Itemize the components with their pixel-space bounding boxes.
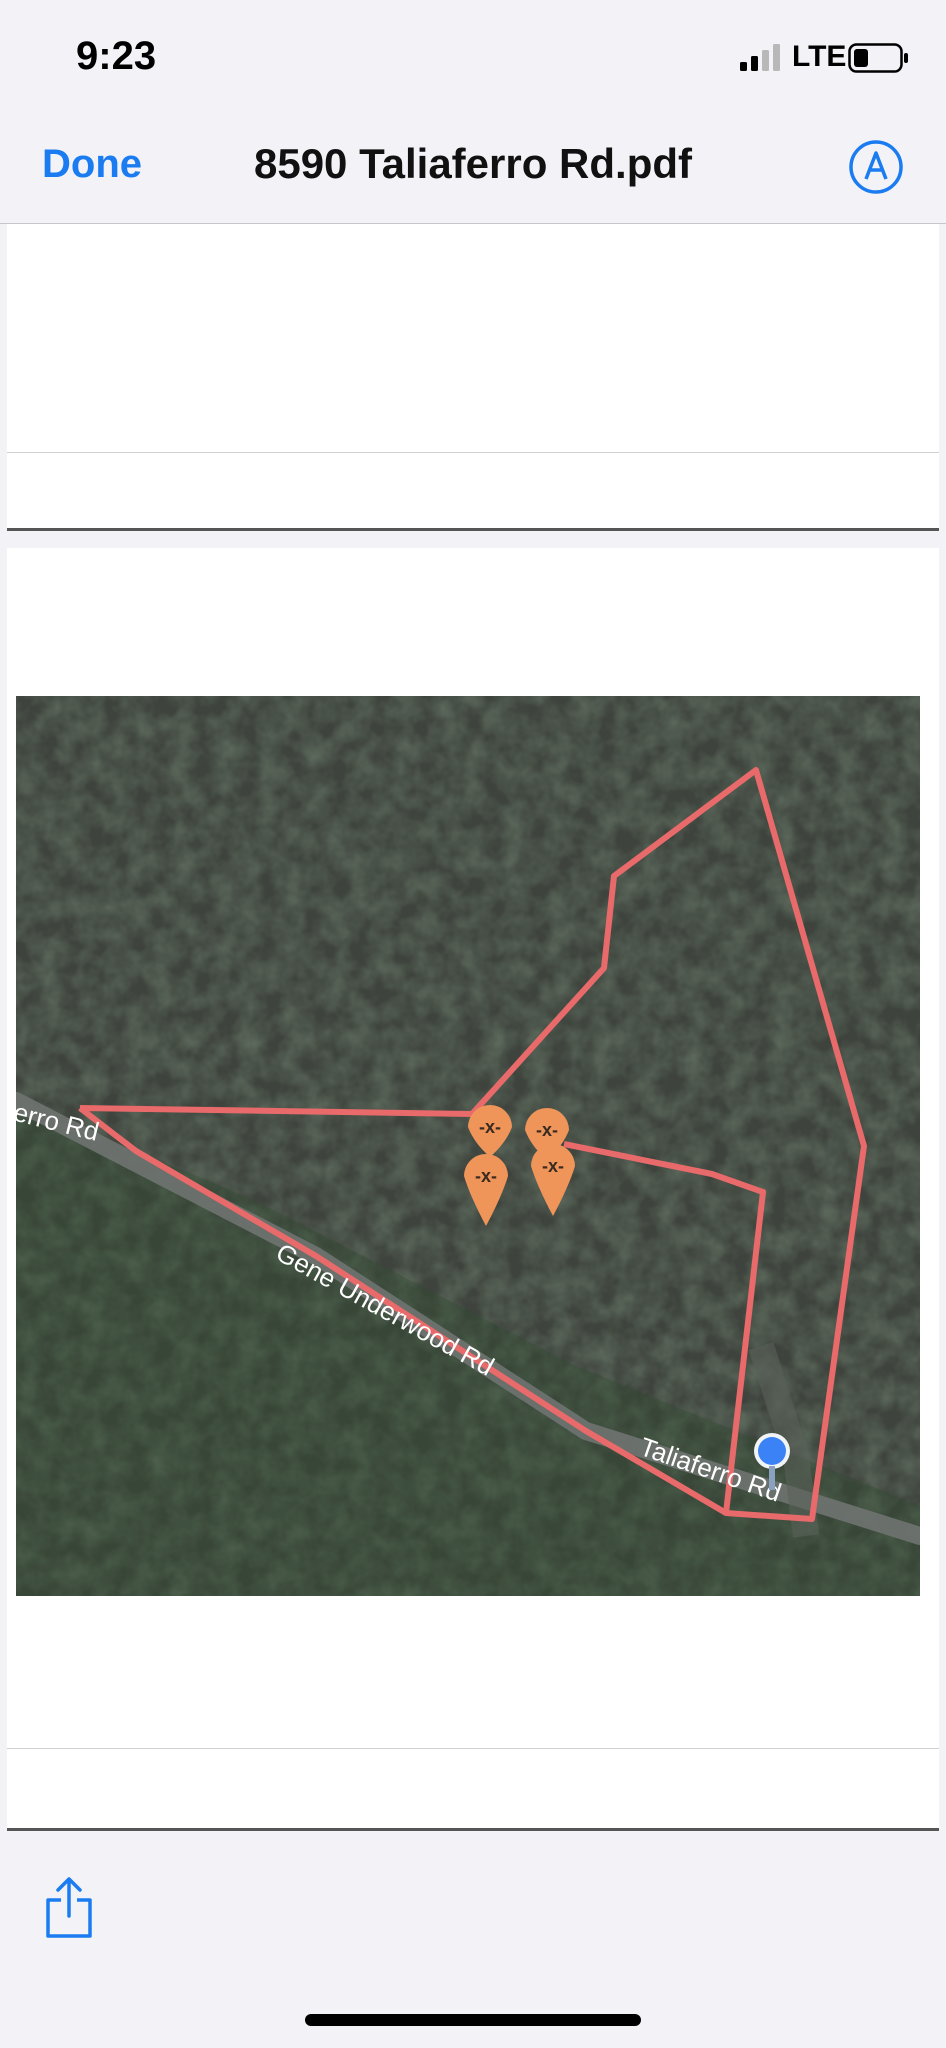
bottom-toolbar	[0, 1836, 946, 2048]
satellite-map: erro Rd Gene Underwood Rd Taliaferro Rd …	[16, 696, 920, 1596]
pdf-page-2[interactable]: erro Rd Gene Underwood Rd Taliaferro Rd …	[7, 548, 939, 1831]
nav-bar: Done 8590 Taliaferro Rd.pdf	[0, 110, 946, 224]
page-footer-line	[7, 452, 939, 453]
map-graphic: erro Rd Gene Underwood Rd Taliaferro Rd …	[16, 696, 920, 1596]
battery-icon	[848, 43, 908, 73]
pdf-page-1[interactable]	[7, 224, 939, 531]
status-bar: 9:23 LTE	[0, 0, 946, 110]
page-footer-line	[7, 1748, 939, 1749]
signal-icon	[740, 44, 780, 71]
home-indicator	[305, 2014, 641, 2026]
marker-label: -x-	[475, 1166, 497, 1186]
marker-label: -x-	[479, 1117, 501, 1137]
marker-label: -x-	[536, 1120, 558, 1140]
document-title: 8590 Taliaferro Rd.pdf	[253, 140, 692, 187]
markup-pen-icon[interactable]	[848, 139, 904, 195]
network-label: LTE	[792, 40, 847, 73]
share-icon[interactable]	[44, 1876, 94, 1940]
status-time: 9:23	[76, 34, 157, 78]
marker-label: -x-	[542, 1156, 564, 1176]
